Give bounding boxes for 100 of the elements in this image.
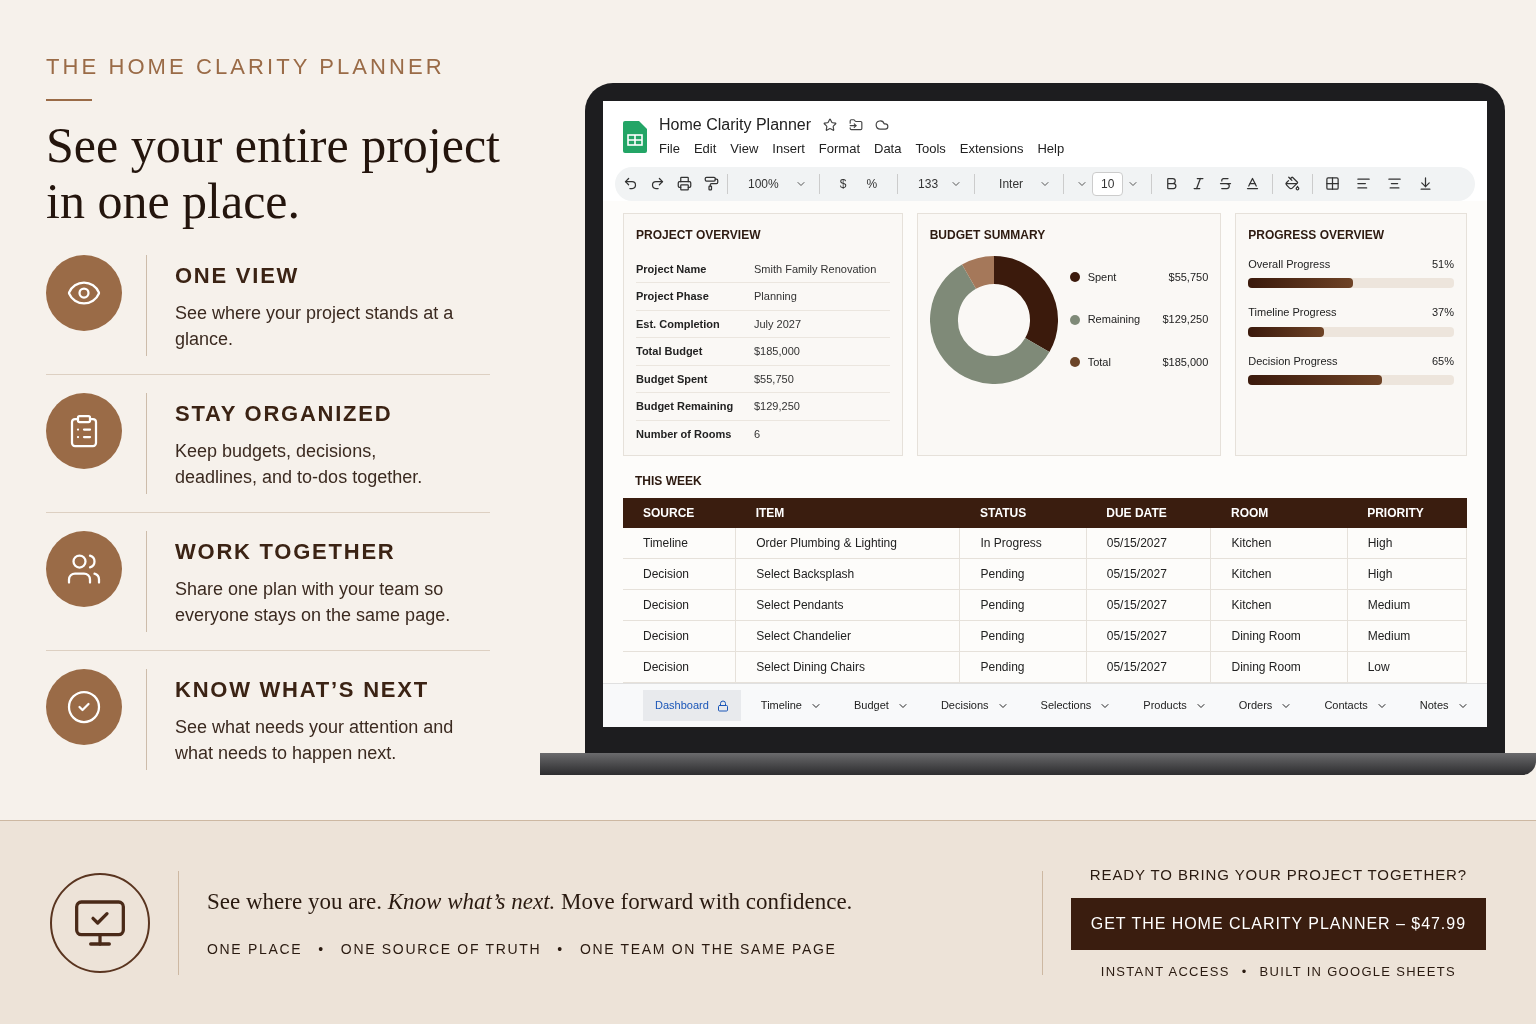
headline: See your entire project in one place. bbox=[46, 117, 501, 229]
progress-label: Overall Progress bbox=[1248, 256, 1331, 272]
align-icon[interactable] bbox=[1356, 176, 1372, 191]
column-header: STATUS bbox=[959, 498, 1087, 528]
cta-button[interactable]: GET THE HOME CLARITY PLANNER – $47.99 bbox=[1070, 898, 1486, 950]
sheet-tab[interactable]: Orders bbox=[1226, 690, 1305, 721]
font-select[interactable]: Inter bbox=[987, 174, 1036, 193]
table-cell: Medium bbox=[1347, 589, 1467, 621]
legend-value: $55,750 bbox=[1168, 269, 1209, 285]
feature-text: Share one plan with your team so everyone stays on the same page. bbox=[175, 578, 452, 627]
strikethrough-icon[interactable] bbox=[1218, 176, 1234, 191]
feature-title: KNOW WHAT’S NEXT bbox=[175, 676, 430, 704]
sheet-tab[interactable]: Budget bbox=[842, 690, 921, 721]
table-cell: Pending bbox=[959, 651, 1087, 683]
document-title[interactable]: Home Clarity Planner bbox=[659, 113, 812, 137]
sheet-tab[interactable]: Dashboard bbox=[643, 690, 741, 721]
progress-label: Timeline Progress bbox=[1248, 305, 1337, 320]
table-cell: 05/15/2027 bbox=[1086, 558, 1211, 590]
sheet-tab[interactable]: Notes bbox=[1407, 690, 1481, 721]
separator: • bbox=[1241, 963, 1248, 981]
legend-label: Spent bbox=[1087, 269, 1118, 285]
field-value: 6 bbox=[754, 426, 761, 442]
sheet-tab[interactable]: Decisions bbox=[928, 690, 1021, 721]
currency-button[interactable]: $ bbox=[831, 174, 855, 193]
field-value: July 2027 bbox=[754, 316, 802, 332]
panel-title: PROGRESS OVERVIEW bbox=[1248, 226, 1386, 244]
feature-title: STAY ORGANIZED bbox=[175, 400, 394, 428]
separator: • bbox=[318, 940, 325, 960]
sheet-tab[interactable]: Contacts bbox=[1312, 690, 1400, 721]
column-header: DUE DATE bbox=[1086, 498, 1211, 528]
legend-label: Total bbox=[1087, 354, 1112, 370]
sheets-logo-icon bbox=[623, 121, 647, 153]
table-cell: Select Chandelier bbox=[735, 620, 960, 652]
italic-icon[interactable] bbox=[1191, 176, 1207, 191]
sheet-tab[interactable]: Timeline bbox=[748, 690, 834, 721]
print-icon[interactable] bbox=[677, 176, 692, 191]
pillar-text: ONE SOURCE OF TRUTH bbox=[340, 940, 542, 960]
menu-item[interactable]: View bbox=[730, 139, 759, 159]
table-cell: Decision bbox=[623, 589, 736, 621]
table-cell: Kitchen bbox=[1210, 589, 1348, 621]
menu-item[interactable]: Extensions bbox=[959, 139, 1024, 159]
folder-icon[interactable] bbox=[849, 118, 864, 132]
number-format-select[interactable]: 133 bbox=[910, 174, 947, 193]
fill-color-icon[interactable] bbox=[1285, 176, 1301, 191]
field-value: $55,750 bbox=[754, 371, 794, 387]
cloud-icon[interactable] bbox=[875, 118, 890, 132]
align-icon[interactable] bbox=[1387, 176, 1403, 191]
table-cell: Pending bbox=[959, 589, 1087, 621]
text-color-icon[interactable] bbox=[1245, 176, 1261, 191]
menu-item[interactable]: Data bbox=[874, 139, 902, 159]
table-cell: Select Pendants bbox=[735, 589, 960, 621]
pillar-text: ONE TEAM ON THE SAME PAGE bbox=[579, 940, 837, 960]
sheet-tab[interactable]: Selections bbox=[1028, 690, 1124, 721]
field-value: Planning bbox=[754, 289, 797, 304]
panel-title: BUDGET SUMMARY bbox=[929, 226, 1047, 244]
feature-text: See what needs your attention and what needs to happen next. bbox=[175, 716, 455, 765]
column-header: ITEM bbox=[735, 498, 960, 528]
legend-label: Remaining bbox=[1087, 312, 1142, 328]
table-cell: Dining Room bbox=[1210, 651, 1348, 683]
field-label: Est. Completion bbox=[636, 316, 721, 332]
legend-value: $129,250 bbox=[1162, 312, 1209, 328]
field-label: Budget Spent bbox=[636, 371, 709, 387]
table-cell: 05/15/2027 bbox=[1086, 528, 1211, 559]
field-label: Number of Rooms bbox=[636, 426, 733, 442]
field-label: Project Phase bbox=[636, 289, 710, 304]
menu-item[interactable]: Help bbox=[1037, 139, 1065, 159]
feature-text: Keep budgets, decisions, deadlines, and to-dos together. bbox=[175, 440, 424, 489]
borders-icon[interactable] bbox=[1325, 176, 1341, 191]
field-label: Total Budget bbox=[636, 344, 704, 359]
lock-icon bbox=[716, 699, 729, 712]
paint-format-icon[interactable] bbox=[704, 176, 719, 191]
menu-item[interactable]: Edit bbox=[693, 139, 717, 159]
table-cell: Pending bbox=[959, 558, 1087, 590]
column-header: SOURCE bbox=[623, 498, 736, 528]
table-cell: 05/15/2027 bbox=[1086, 589, 1211, 621]
undo-icon[interactable] bbox=[623, 176, 638, 191]
percent-button[interactable]: % bbox=[858, 174, 886, 193]
redo-icon[interactable] bbox=[650, 176, 665, 191]
table-cell: Kitchen bbox=[1210, 528, 1348, 559]
star-icon[interactable] bbox=[823, 118, 838, 132]
table-cell: Decision bbox=[623, 651, 736, 683]
menu-item[interactable]: Format bbox=[818, 139, 860, 159]
table-cell: Pending bbox=[959, 620, 1087, 652]
menu-item[interactable]: File bbox=[659, 139, 680, 159]
sheet-tab[interactable]: Products bbox=[1131, 690, 1219, 721]
column-header: PRIORITY bbox=[1347, 498, 1467, 528]
zoom-select[interactable]: 100% bbox=[736, 174, 791, 193]
field-label: Budget Remaining bbox=[636, 399, 735, 414]
eyebrow: THE HOME CLARITY PLANNER bbox=[46, 53, 446, 81]
column-header: ROOM bbox=[1210, 498, 1348, 528]
table-cell: Decision bbox=[623, 558, 736, 590]
menu-item[interactable]: Insert bbox=[772, 139, 805, 159]
menu-item[interactable]: Tools bbox=[915, 139, 946, 159]
font-size-field[interactable]: 10 bbox=[1092, 171, 1124, 196]
panel-title: PROJECT OVERVIEW bbox=[636, 226, 762, 244]
field-value: Smith Family Renovation bbox=[754, 261, 877, 277]
check-icon bbox=[66, 689, 102, 725]
cta-heading: READY TO BRING YOUR PROJECT TOGETHER? bbox=[1089, 864, 1468, 885]
table-cell: Dining Room bbox=[1210, 620, 1348, 652]
legend-value: $185,000 bbox=[1162, 354, 1209, 370]
